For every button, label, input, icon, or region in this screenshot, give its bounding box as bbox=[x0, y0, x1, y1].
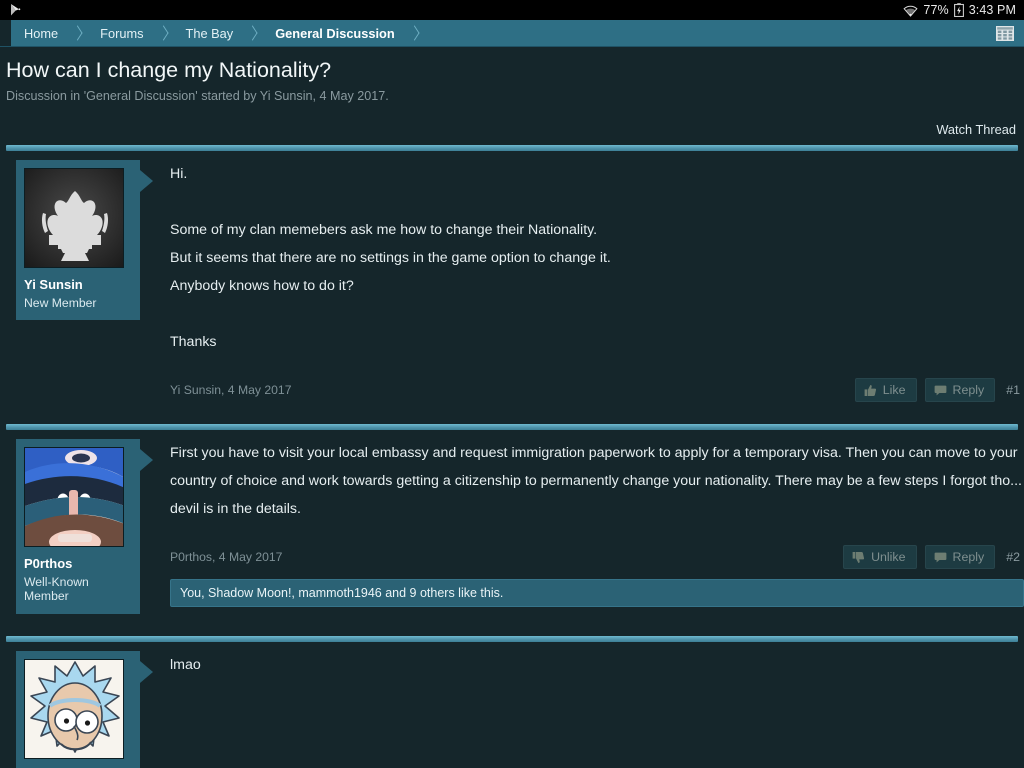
post-item: P0rthos Well-Known Member First you have… bbox=[0, 424, 1024, 636]
post-username[interactable]: P0rthos bbox=[24, 556, 132, 572]
post-body: Yi Sunsin New Member Hi. Some of my clan… bbox=[0, 151, 1024, 403]
battery-charging-icon bbox=[953, 3, 964, 17]
post-body: lmao bbox=[0, 642, 1024, 768]
post-message: First you have to visit your local embas… bbox=[170, 439, 1024, 523]
thread-actions: Watch Thread bbox=[0, 104, 1024, 137]
android-status-bar: 77% 3:43 PM bbox=[0, 0, 1024, 20]
post-line: Some of my clan memebers ask me how to c… bbox=[170, 222, 598, 239]
post-user-block bbox=[16, 651, 153, 768]
post-action-bar: Like Reply #1 bbox=[854, 378, 1020, 403]
reply-button[interactable]: Reply bbox=[924, 545, 996, 570]
thumbs-up-icon bbox=[864, 384, 877, 397]
post-number[interactable]: #1 bbox=[1006, 383, 1020, 397]
post-content: First you have to visit your local embas… bbox=[140, 439, 1024, 614]
thread-header: How can I change my Nationality? Discuss… bbox=[0, 47, 1024, 104]
grid-view-icon[interactable] bbox=[996, 25, 1014, 41]
avatar[interactable] bbox=[24, 447, 124, 548]
post-user-block: P0rthos Well-Known Member bbox=[16, 439, 153, 615]
post-line: Hi. bbox=[170, 166, 188, 183]
thumbs-down-icon bbox=[852, 551, 865, 564]
unlike-button[interactable]: Unlike bbox=[843, 545, 917, 570]
speech-bubble-icon bbox=[934, 551, 947, 563]
page-title: How can I change my Nationality? bbox=[6, 58, 332, 82]
play-triangle-icon bbox=[8, 3, 22, 17]
wifi-icon bbox=[903, 4, 918, 17]
likes-bar[interactable]: You, Shadow Moon!, mammoth1946 and 9 oth… bbox=[170, 579, 1024, 608]
post-line: Anybody knows how to do it? bbox=[170, 278, 354, 295]
speech-bubble-icon bbox=[934, 384, 947, 396]
like-button[interactable]: Like bbox=[854, 378, 917, 403]
status-bar-right: 77% 3:43 PM bbox=[903, 3, 1016, 17]
chevron-right-icon bbox=[71, 20, 87, 46]
post-number[interactable]: #2 bbox=[1006, 550, 1020, 564]
post-line: Thanks bbox=[170, 334, 217, 351]
unlike-label: Unlike bbox=[871, 550, 906, 565]
post-item: Yi Sunsin New Member Hi. Some of my clan… bbox=[0, 145, 1024, 424]
avatar[interactable] bbox=[24, 659, 124, 760]
post-message: Hi. Some of my clan memebers ask me how … bbox=[170, 160, 1024, 356]
post-username[interactable]: Yi Sunsin bbox=[24, 277, 132, 293]
post-line: lmao bbox=[170, 657, 201, 674]
post-spacer bbox=[0, 402, 1024, 424]
post-usertitle: Well-Known Member bbox=[24, 574, 89, 604]
reply-label: Reply bbox=[952, 383, 985, 398]
chevron-right-icon bbox=[408, 20, 424, 46]
like-label: Like bbox=[882, 383, 906, 398]
clock-label: 3:43 PM bbox=[968, 3, 1016, 17]
thread-subtitle: Discussion in 'General Discussion' start… bbox=[6, 88, 389, 103]
post-action-bar: Unlike Reply #2 bbox=[843, 545, 1020, 570]
watch-thread-link[interactable]: Watch Thread bbox=[936, 122, 1016, 137]
post-footer: Yi Sunsin, 4 May 2017 Like Reply #1 bbox=[170, 378, 1024, 403]
post-credit: P0rthos, 4 May 2017 bbox=[170, 550, 283, 565]
post-body: P0rthos Well-Known Member First you have… bbox=[0, 430, 1024, 615]
post-content: Hi. Some of my clan memebers ask me how … bbox=[140, 160, 1024, 403]
post-content: lmao bbox=[140, 651, 1024, 768]
grid-view-button[interactable] bbox=[996, 20, 1024, 46]
post-item: lmao bbox=[0, 636, 1024, 768]
avatar[interactable] bbox=[24, 168, 124, 269]
breadcrumb-item-general-discussion[interactable]: General Discussion bbox=[262, 20, 407, 46]
breadcrumb: Home Forums The Bay General Discussion bbox=[11, 20, 424, 46]
chevron-right-icon bbox=[157, 20, 173, 46]
post-line: But it seems that there are no settings … bbox=[170, 250, 611, 267]
post-line: First you have to visit your local embas… bbox=[170, 445, 1022, 518]
breadcrumb-item-forums[interactable]: Forums bbox=[87, 20, 156, 46]
post-user-block: Yi Sunsin New Member bbox=[16, 160, 153, 321]
post-credit: Yi Sunsin, 4 May 2017 bbox=[170, 383, 292, 398]
chevron-right-icon bbox=[246, 20, 262, 46]
post-message: lmao bbox=[170, 651, 1024, 679]
post-usertitle: New Member bbox=[24, 295, 97, 310]
status-bar-left bbox=[8, 3, 903, 17]
breadcrumb-item-the-bay[interactable]: The Bay bbox=[173, 20, 247, 46]
post-list: Yi Sunsin New Member Hi. Some of my clan… bbox=[0, 145, 1024, 768]
post-footer: P0rthos, 4 May 2017 Unlike Reply #2 bbox=[170, 545, 1024, 570]
breadcrumb-item-home[interactable]: Home bbox=[11, 20, 71, 46]
breadcrumb-bar: Home Forums The Bay General Discussion bbox=[0, 20, 1024, 47]
battery-percent-label: 77% bbox=[923, 3, 949, 17]
reply-label: Reply bbox=[952, 550, 985, 565]
post-spacer bbox=[0, 614, 1024, 636]
reply-button[interactable]: Reply bbox=[924, 378, 996, 403]
breadcrumb-left-edge bbox=[0, 20, 11, 46]
